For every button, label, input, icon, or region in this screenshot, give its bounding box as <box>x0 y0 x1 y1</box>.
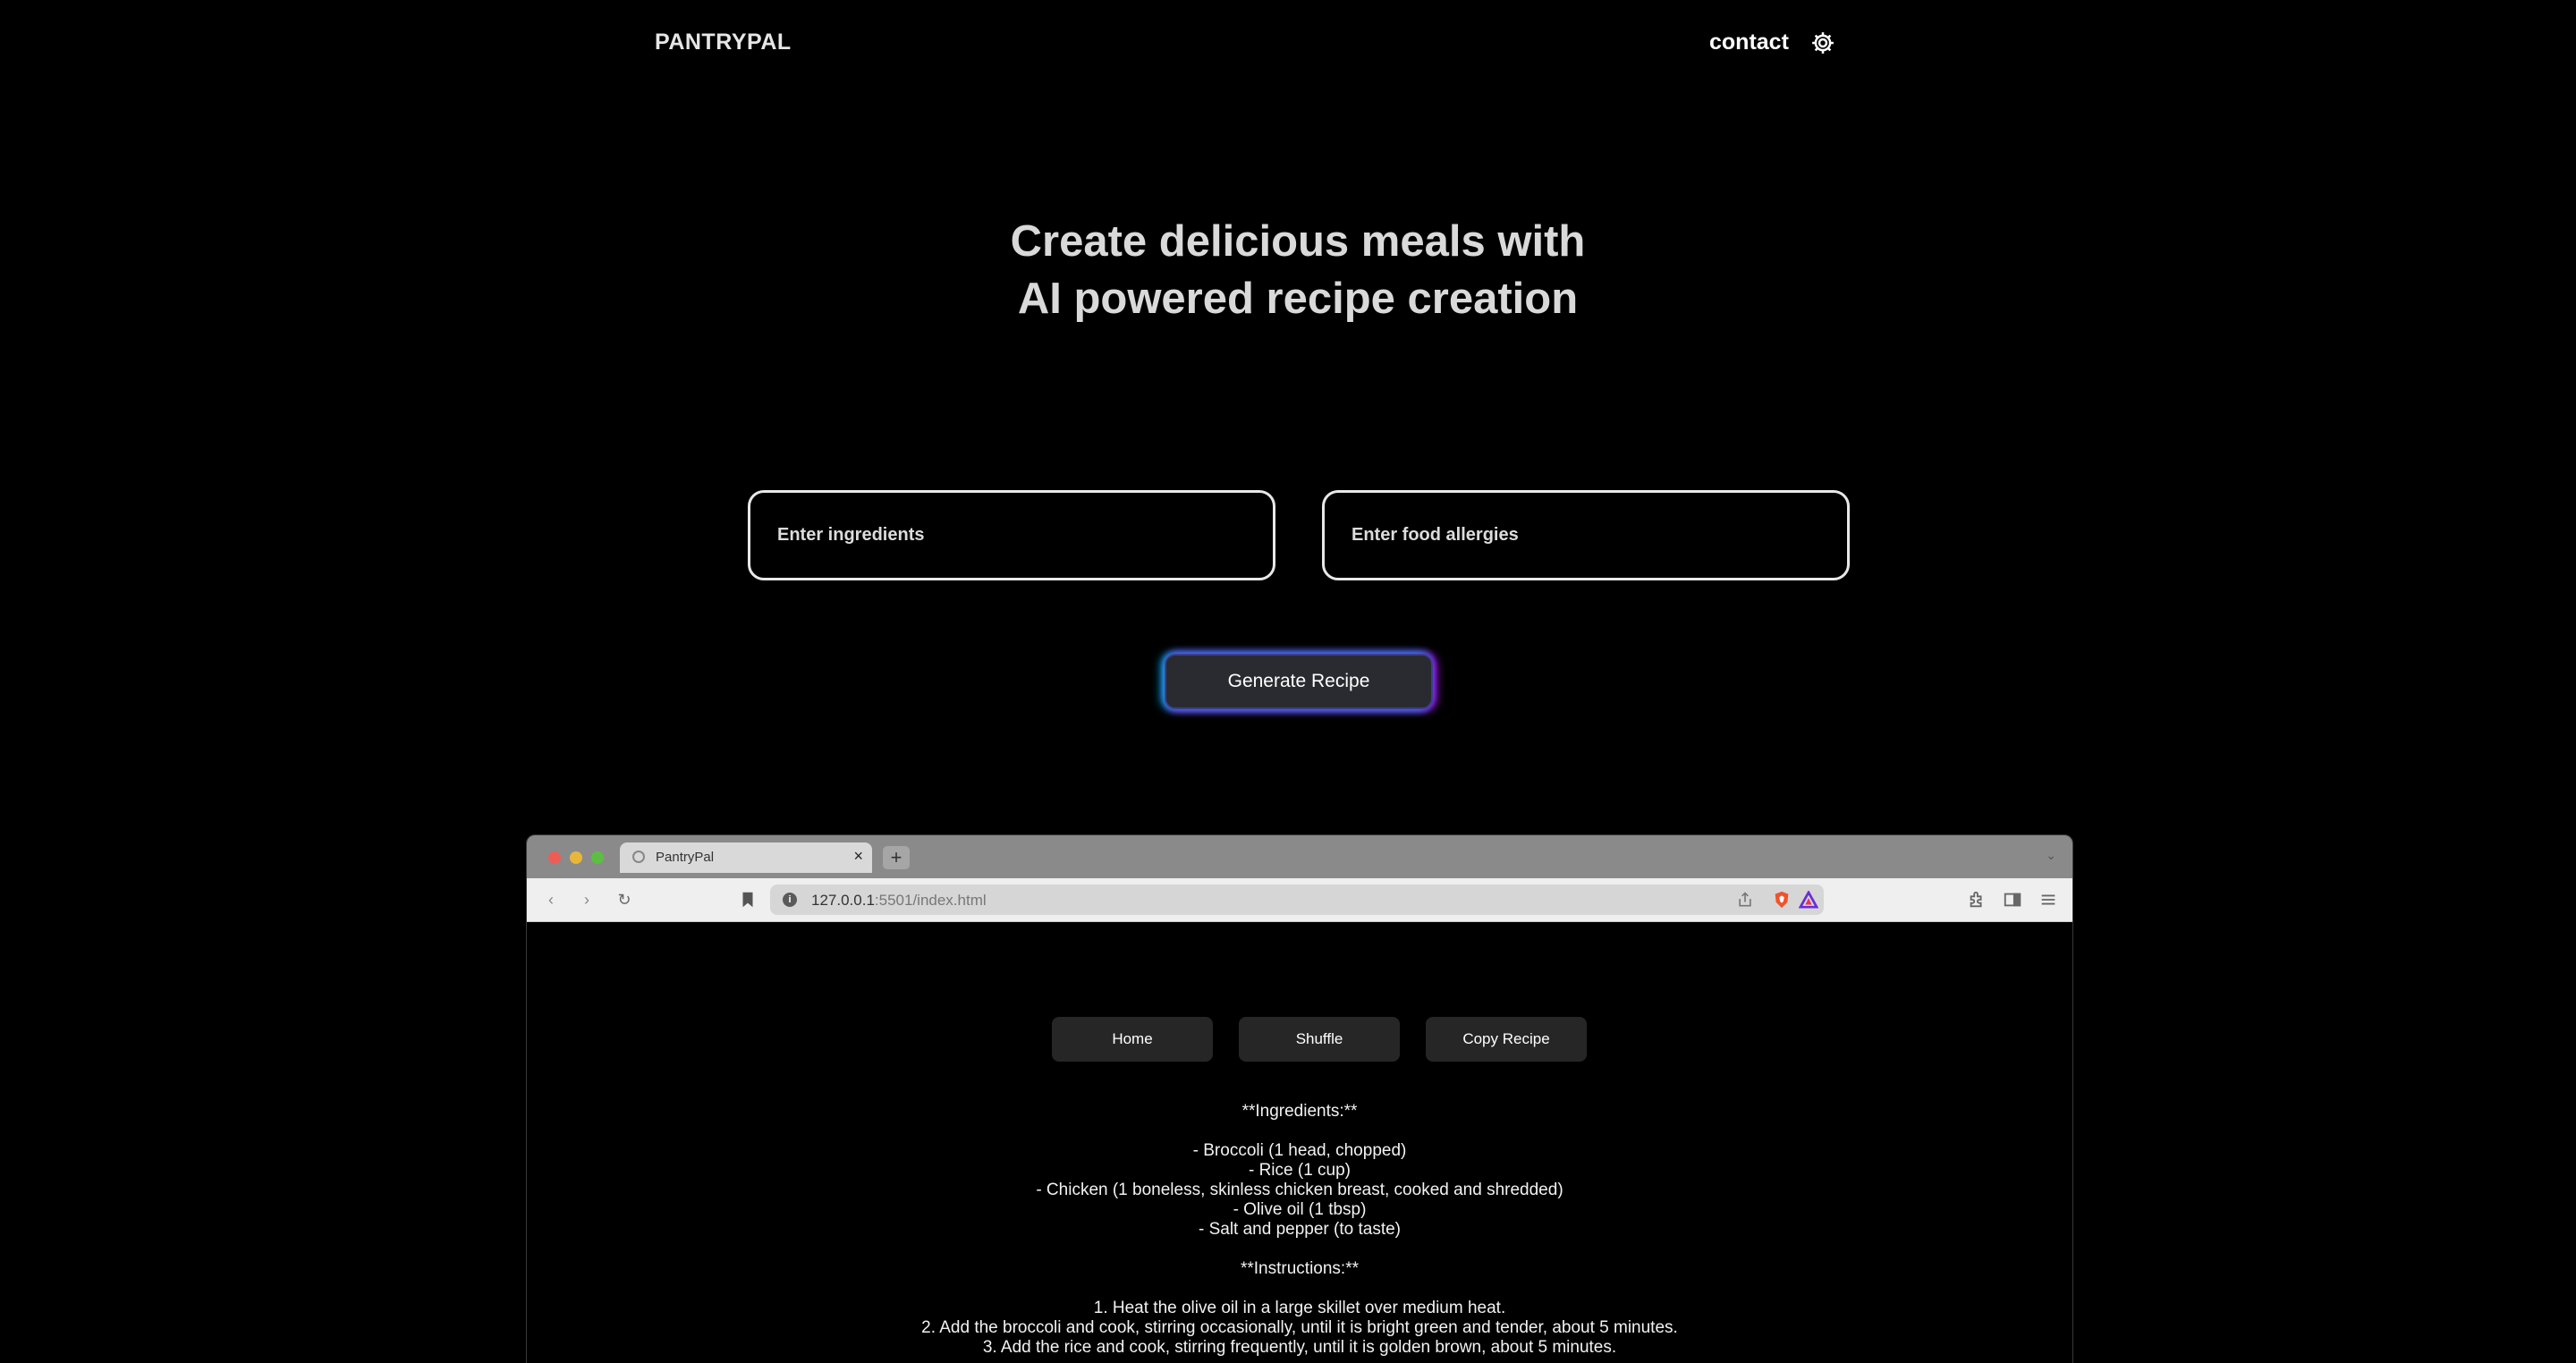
browser-tab[interactable]: PantryPal × <box>620 842 872 873</box>
url-host: 127.0.0.1 <box>811 892 875 909</box>
forward-icon[interactable]: › <box>577 890 597 910</box>
reload-icon[interactable]: ↻ <box>614 890 634 910</box>
maximize-window-icon[interactable] <box>591 851 604 864</box>
gear-icon[interactable] <box>1809 30 1836 56</box>
extensions-icon[interactable] <box>1967 890 1987 910</box>
url-text: 127.0.0.1:5501/index.html <box>811 892 987 910</box>
tab-title: PantryPal <box>656 850 715 865</box>
back-icon[interactable]: ‹ <box>541 890 561 910</box>
instructions-heading: **Instructions:** <box>1240 1259 1359 1278</box>
hero-title: Create delicious meals with AI powered r… <box>0 213 2576 327</box>
list-item: 2. Add the broccoli and cook, stirring o… <box>921 1318 1678 1337</box>
browser-tab-bar: PantryPal × + ⌄ <box>527 835 2072 878</box>
globe-icon <box>632 851 645 863</box>
menu-icon[interactable] <box>2038 890 2058 910</box>
minimize-window-icon[interactable] <box>570 851 582 864</box>
list-item: - Rice (1 cup) <box>1248 1161 1352 1180</box>
site-info-icon[interactable]: i <box>783 893 797 907</box>
home-button[interactable]: Home <box>1052 1017 1213 1062</box>
list-item: - Olive oil (1 tbsp) <box>1233 1200 1367 1219</box>
contact-link[interactable]: contact <box>1709 30 1789 55</box>
browser-viewport: Home Shuffle Copy Recipe **Ingredients:*… <box>527 922 2072 1363</box>
address-bar[interactable]: i 127.0.0.1:5501/index.html <box>770 885 1824 915</box>
hero-title-line-1: Create delicious meals with <box>1010 217 1586 266</box>
brand-logo[interactable]: PANTRYPAL <box>655 30 792 55</box>
allergies-input[interactable] <box>1322 490 1850 580</box>
embedded-browser-screenshot: PantryPal × + ⌄ ‹ › ↻ i 127.0.0.1:5501/i… <box>526 834 2073 1363</box>
close-window-icon[interactable] <box>548 851 561 864</box>
shuffle-button[interactable]: Shuffle <box>1239 1017 1400 1062</box>
copy-recipe-button[interactable]: Copy Recipe <box>1426 1017 1587 1062</box>
chevron-down-icon[interactable]: ⌄ <box>2046 848 2056 863</box>
ingredients-heading: **Ingredients:** <box>1241 1102 1358 1121</box>
list-item: - Salt and pepper (to taste) <box>1198 1220 1401 1239</box>
recipe-output: **Ingredients:** - Broccoli (1 head, cho… <box>527 1102 2072 1358</box>
share-icon[interactable] <box>1736 891 1754 909</box>
page: PANTRYPAL contact Create delicious meals… <box>0 0 2576 1363</box>
list-item: 3. Add the rice and cook, stirring frequ… <box>982 1338 1617 1357</box>
hero-title-line-2: AI powered recipe creation <box>1017 275 1579 323</box>
new-tab-button[interactable]: + <box>883 846 910 869</box>
list-item: - Chicken (1 boneless, skinless chicken … <box>1036 1181 1563 1199</box>
url-path: :5501/index.html <box>874 892 987 909</box>
brave-rewards-icon[interactable] <box>1799 891 1818 909</box>
browser-toolbar: ‹ › ↻ i 127.0.0.1:5501/index.html <box>527 878 2072 922</box>
tab-close-icon[interactable]: × <box>853 847 863 866</box>
list-item: - Broccoli (1 head, chopped) <box>1192 1141 1407 1160</box>
list-item: 1. Heat the olive oil in a large skillet… <box>1093 1299 1506 1317</box>
ingredients-input[interactable] <box>748 490 1275 580</box>
generate-recipe-button[interactable]: Generate Recipe <box>1165 654 1433 709</box>
sidebar-icon[interactable] <box>2003 890 2022 910</box>
bookmark-icon[interactable] <box>738 890 758 910</box>
brave-shield-icon[interactable] <box>1772 890 1792 910</box>
